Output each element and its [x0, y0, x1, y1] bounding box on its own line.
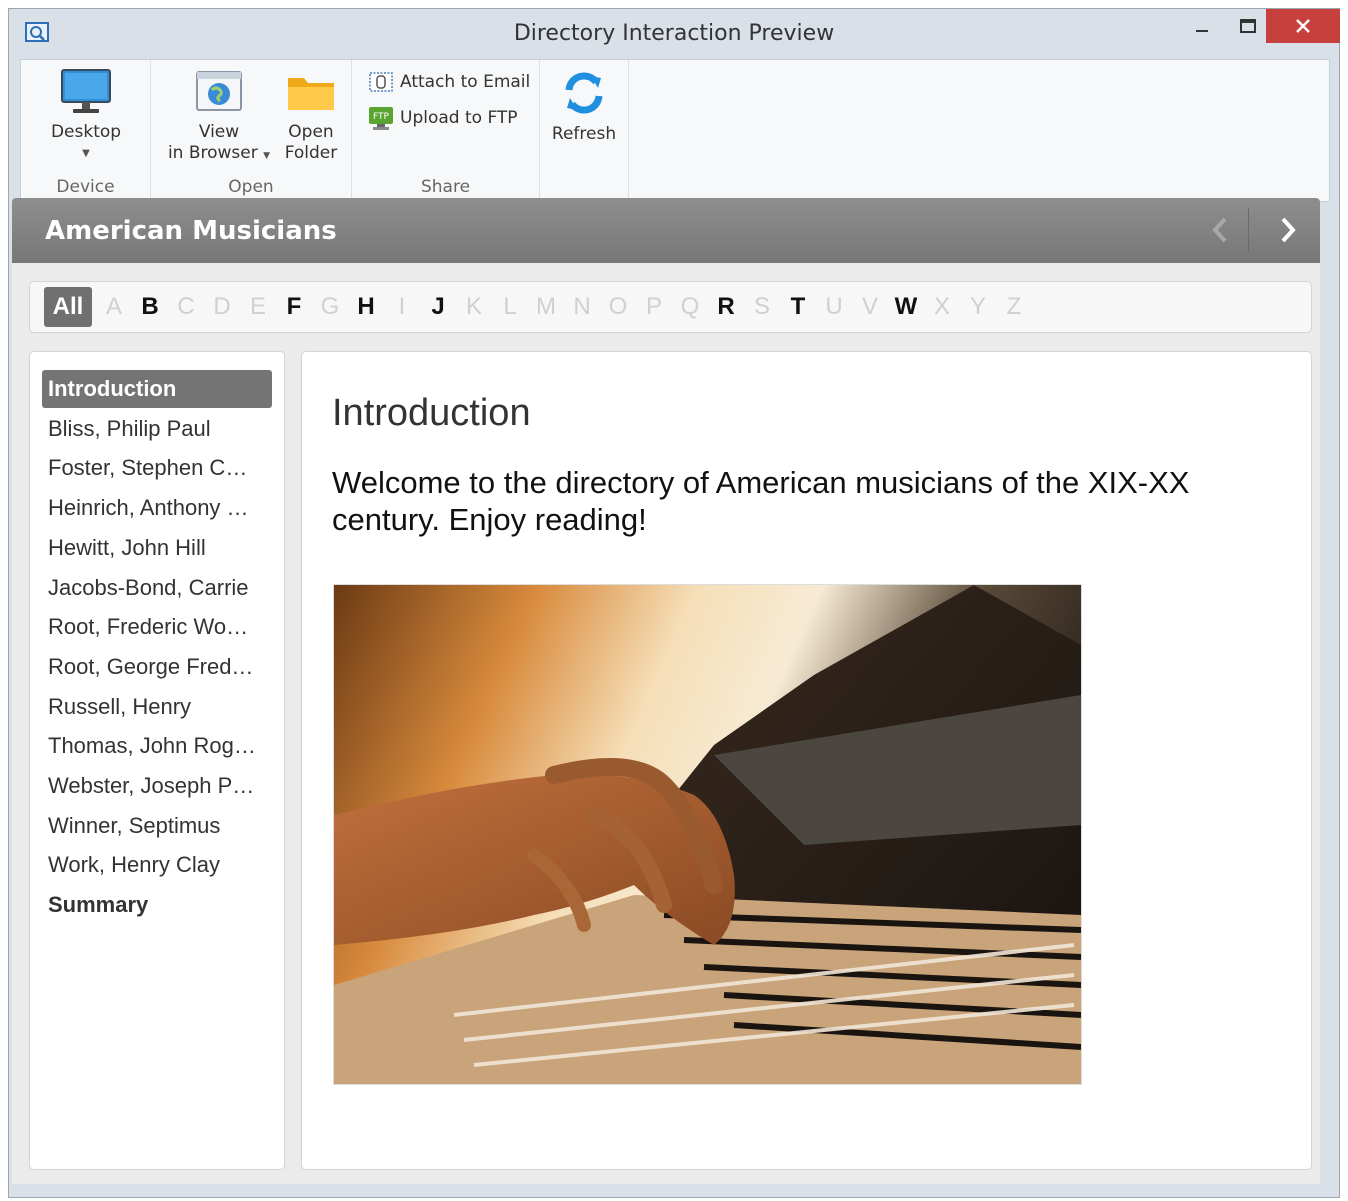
alphabet-letter-r[interactable]: R [708, 293, 744, 321]
ribbon-group-device: Desktop ▼ Device [21, 60, 151, 201]
alphabet-letter-g: G [320, 293, 340, 320]
sidebar-item[interactable]: Root, George Fred… [42, 648, 272, 686]
svg-text:FTP: FTP [373, 112, 390, 122]
ribbon-group-refresh: Refresh [540, 60, 629, 201]
chevron-left-icon [1212, 217, 1227, 243]
refresh-button[interactable]: Refresh [544, 68, 624, 145]
open-folder-button[interactable]: Open Folder [279, 68, 343, 164]
ribbon-group-share: Attach to Email FTP Upload to FTP Share [352, 60, 540, 201]
alphabet-letter-v: V [861, 293, 878, 320]
group-label-device: Device [56, 177, 115, 197]
sidebar-item[interactable]: Russell, Henry [42, 688, 272, 726]
previous-button[interactable] [1200, 210, 1240, 250]
sidebar-item[interactable]: Thomas, John Rog… [42, 727, 272, 765]
refresh-label: Refresh [551, 124, 617, 144]
sidebar-item[interactable]: Foster, Stephen C… [42, 449, 272, 487]
maximize-button[interactable] [1225, 9, 1271, 43]
sidebar-item[interactable]: Summary [42, 886, 272, 924]
desktop-button[interactable]: Desktop ▼ [31, 68, 141, 164]
view-in-browser-button[interactable]: View in Browser ▼ [159, 68, 279, 167]
chevron-down-icon: ▼ [263, 151, 271, 161]
nav-divider [1248, 208, 1249, 252]
alphabet-letter-c: C [177, 293, 195, 320]
monitor-icon [61, 69, 111, 113]
sidebar-item[interactable]: Jacobs-Bond, Carrie [42, 569, 272, 607]
view-label-line2: in Browser [167, 143, 258, 163]
alphabet-letter-t[interactable]: T [780, 293, 816, 321]
alphabet-letter-n: N [573, 293, 591, 320]
section-header: American Musicians [12, 198, 1320, 263]
alphabet-letter-y: Y [969, 293, 986, 320]
maximize-icon [1240, 19, 1256, 33]
ftp-icon: FTP [369, 107, 393, 130]
alphabet-letter-e: E [249, 293, 266, 320]
alphabet-letter-x: X [933, 293, 950, 320]
refresh-icon [565, 72, 603, 114]
alphabet-all[interactable]: All [44, 287, 92, 327]
header-title: American Musicians [45, 216, 337, 246]
upload-to-ftp-button[interactable]: FTP Upload to FTP [368, 105, 518, 131]
sidebar-item[interactable]: Root, Frederic Wo… [42, 608, 272, 646]
alphabet-letter-d: D [213, 293, 231, 320]
window-title: Directory Interaction Preview [513, 21, 835, 46]
piano-image [334, 585, 1081, 1084]
folder-icon [288, 78, 334, 110]
title-bar: Directory Interaction Preview [9, 9, 1340, 59]
sidebar-item[interactable]: Bliss, Philip Paul [42, 410, 272, 448]
alphabet-letter-s: S [753, 293, 770, 320]
alphabet-letter-i: I [398, 293, 406, 320]
folder-label-line1: Open [288, 122, 334, 142]
minimize-icon [1196, 30, 1208, 32]
alphabet-letter-k: K [465, 293, 482, 320]
alphabet-letter-q: Q [680, 293, 700, 320]
attachment-icon [369, 72, 393, 92]
alphabet-letter-p: P [645, 293, 662, 320]
sidebar-item[interactable]: Heinrich, Anthony … [42, 489, 272, 527]
alphabet-letter-b[interactable]: B [132, 293, 168, 321]
desktop-label: Desktop [50, 122, 122, 142]
sidebar-item[interactable]: Winner, Septimus [42, 807, 272, 845]
alphabet-letter-u: U [825, 293, 843, 320]
intro-text: Welcome to the directory of American mus… [332, 465, 1190, 537]
email-label: Attach to Email [400, 72, 531, 92]
view-label-line1: View [198, 122, 240, 142]
sidebar-item[interactable]: Introduction [42, 370, 272, 408]
sidebar-item[interactable]: Work, Henry Clay [42, 846, 272, 884]
piano-photo [333, 584, 1082, 1085]
alphabet-letter-h[interactable]: H [348, 293, 384, 321]
close-icon [1296, 19, 1310, 33]
sidebar-item[interactable]: Webster, Joseph P… [42, 767, 272, 805]
ribbon: Desktop ▼ Device View in Browser ▼ Open … [20, 59, 1330, 202]
attach-to-email-button[interactable]: Attach to Email [368, 70, 530, 94]
sidebar-item[interactable]: Hewitt, John Hill [42, 529, 272, 567]
ribbon-group-open: View in Browser ▼ Open Folder Open [151, 60, 352, 201]
chevron-right-icon [1281, 217, 1296, 243]
main-panel: Introduction Welcome to the directory of… [301, 351, 1312, 1170]
ftp-label: Upload to FTP [400, 108, 518, 128]
minimize-button[interactable] [1179, 9, 1225, 43]
group-label-open: Open [228, 177, 274, 197]
folder-label-line2: Folder [284, 143, 338, 163]
alphabet-letter-l: L [503, 293, 517, 320]
alphabet-letters: ABCDEFGHIJKLMNOPQRSTUVWXYZ [96, 293, 1032, 321]
close-button[interactable] [1266, 9, 1340, 43]
sidebar: Introduction Bliss, Philip Paul Foster, St… [29, 351, 285, 1170]
page-title: Introduction [332, 392, 531, 434]
chevron-down-icon: ▼ [82, 148, 90, 159]
browser-globe-icon [196, 71, 242, 111]
alphabet-letter-a: A [105, 293, 122, 320]
alphabet-letter-m: M [536, 293, 556, 320]
next-button[interactable] [1268, 210, 1308, 250]
group-label-share: Share [420, 177, 471, 197]
alphabet-letter-o: O [608, 293, 628, 320]
alphabet-letter-z: Z [1006, 293, 1022, 320]
alphabet-letter-w[interactable]: W [888, 293, 924, 321]
alphabet-letter-f[interactable]: F [276, 293, 312, 321]
alphabet-bar: All ABCDEFGHIJKLMNOPQRSTUVWXYZ [29, 281, 1312, 333]
alphabet-letter-j[interactable]: J [420, 293, 456, 321]
